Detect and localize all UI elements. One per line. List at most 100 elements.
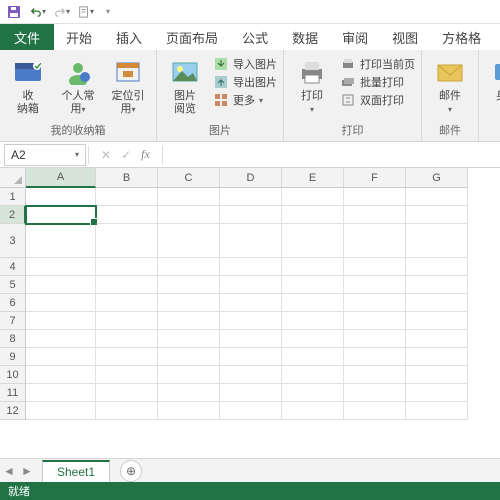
tab-file[interactable]: 文件 — [0, 24, 54, 50]
cell-B2[interactable] — [96, 206, 158, 224]
cell-A3[interactable] — [26, 224, 96, 258]
tab-review[interactable]: 审阅 — [330, 24, 380, 50]
cell-A1[interactable] — [26, 188, 96, 206]
cell-D12[interactable] — [220, 402, 282, 420]
cell-C5[interactable] — [158, 276, 220, 294]
new-doc-icon[interactable]: ▾ — [78, 4, 94, 20]
print-duplex-button[interactable]: 双面打印 — [340, 92, 415, 108]
cell-E2[interactable] — [282, 206, 344, 224]
cell-G12[interactable] — [406, 402, 468, 420]
cell-E5[interactable] — [282, 276, 344, 294]
cancel-icon[interactable]: ✕ — [101, 148, 111, 162]
print-button[interactable]: 打印▾ — [290, 52, 334, 115]
cell-A9[interactable] — [26, 348, 96, 366]
cell-F1[interactable] — [344, 188, 406, 206]
cell-C2[interactable] — [158, 206, 220, 224]
add-sheet-button[interactable]: ⊕ — [120, 460, 142, 482]
cell-C6[interactable] — [158, 294, 220, 312]
tab-insert[interactable]: 插入 — [104, 24, 154, 50]
col-header-A[interactable]: A — [26, 168, 96, 188]
cell-E11[interactable] — [282, 384, 344, 402]
col-header-C[interactable]: C — [158, 168, 220, 188]
fx-icon[interactable]: fx — [141, 147, 150, 162]
cell-D7[interactable] — [220, 312, 282, 330]
cell-B7[interactable] — [96, 312, 158, 330]
cell-E7[interactable] — [282, 312, 344, 330]
mail-button[interactable]: 邮件▾ — [428, 52, 472, 115]
tab-data[interactable]: 数据 — [280, 24, 330, 50]
personal-button[interactable]: 个人常 用▾ — [56, 52, 100, 115]
cell-G11[interactable] — [406, 384, 468, 402]
cell-D3[interactable] — [220, 224, 282, 258]
cell-F4[interactable] — [344, 258, 406, 276]
cell-F10[interactable] — [344, 366, 406, 384]
cell-D9[interactable] — [220, 348, 282, 366]
cell-D4[interactable] — [220, 258, 282, 276]
cell-C10[interactable] — [158, 366, 220, 384]
cell-F2[interactable] — [344, 206, 406, 224]
sheet-nav-right-icon[interactable]: ► — [18, 464, 36, 478]
cell-F8[interactable] — [344, 330, 406, 348]
cell-B1[interactable] — [96, 188, 158, 206]
row-header-2[interactable]: 2 — [0, 206, 26, 224]
save-icon[interactable] — [6, 4, 22, 20]
cell-D11[interactable] — [220, 384, 282, 402]
row-header-5[interactable]: 5 — [0, 276, 26, 294]
cell-A2[interactable] — [26, 206, 96, 224]
row-header-10[interactable]: 10 — [0, 366, 26, 384]
tab-addon[interactable]: 方格格 — [430, 24, 493, 50]
cell-G6[interactable] — [406, 294, 468, 312]
select-all-corner[interactable] — [0, 168, 26, 188]
col-header-G[interactable]: G — [406, 168, 468, 188]
cell-G9[interactable] — [406, 348, 468, 366]
cell-E8[interactable] — [282, 330, 344, 348]
cell-C1[interactable] — [158, 188, 220, 206]
row-header-6[interactable]: 6 — [0, 294, 26, 312]
col-header-F[interactable]: F — [344, 168, 406, 188]
row-header-11[interactable]: 11 — [0, 384, 26, 402]
cell-C12[interactable] — [158, 402, 220, 420]
cell-B8[interactable] — [96, 330, 158, 348]
row-header-7[interactable]: 7 — [0, 312, 26, 330]
cell-D5[interactable] — [220, 276, 282, 294]
cell-B4[interactable] — [96, 258, 158, 276]
qat-customize-icon[interactable]: ▾ — [106, 7, 110, 16]
cell-E4[interactable] — [282, 258, 344, 276]
cell-F11[interactable] — [344, 384, 406, 402]
sheet-nav-left-icon[interactable]: ◄ — [0, 464, 18, 478]
cell-A6[interactable] — [26, 294, 96, 312]
cell-D2[interactable] — [220, 206, 282, 224]
picture-browse-button[interactable]: 图片 阅览 — [163, 52, 207, 115]
cell-E3[interactable] — [282, 224, 344, 258]
cell-B6[interactable] — [96, 294, 158, 312]
tab-view[interactable]: 视图 — [380, 24, 430, 50]
id-button[interactable]: 身份 证▾ — [485, 52, 500, 115]
cell-C4[interactable] — [158, 258, 220, 276]
confirm-icon[interactable]: ✓ — [121, 148, 131, 162]
formula-input[interactable] — [165, 144, 500, 166]
row-header-12[interactable]: 12 — [0, 402, 26, 420]
locate-button[interactable]: 定位引 用▾ — [106, 52, 150, 115]
cell-A8[interactable] — [26, 330, 96, 348]
cell-D6[interactable] — [220, 294, 282, 312]
cell-G10[interactable] — [406, 366, 468, 384]
cell-A4[interactable] — [26, 258, 96, 276]
name-box[interactable]: A2▾ — [4, 144, 86, 166]
cell-B12[interactable] — [96, 402, 158, 420]
tab-formula[interactable]: 公式 — [230, 24, 280, 50]
cell-F12[interactable] — [344, 402, 406, 420]
cell-B11[interactable] — [96, 384, 158, 402]
row-header-3[interactable]: 3 — [0, 224, 26, 258]
tab-pagelayout[interactable]: 页面布局 — [154, 24, 230, 50]
cell-A10[interactable] — [26, 366, 96, 384]
cell-G8[interactable] — [406, 330, 468, 348]
cell-E6[interactable] — [282, 294, 344, 312]
cell-B3[interactable] — [96, 224, 158, 258]
row-header-9[interactable]: 9 — [0, 348, 26, 366]
cell-G5[interactable] — [406, 276, 468, 294]
cell-C3[interactable] — [158, 224, 220, 258]
cell-D8[interactable] — [220, 330, 282, 348]
export-picture-button[interactable]: 导出图片 — [213, 74, 277, 90]
import-picture-button[interactable]: 导入图片 — [213, 56, 277, 72]
cell-G4[interactable] — [406, 258, 468, 276]
